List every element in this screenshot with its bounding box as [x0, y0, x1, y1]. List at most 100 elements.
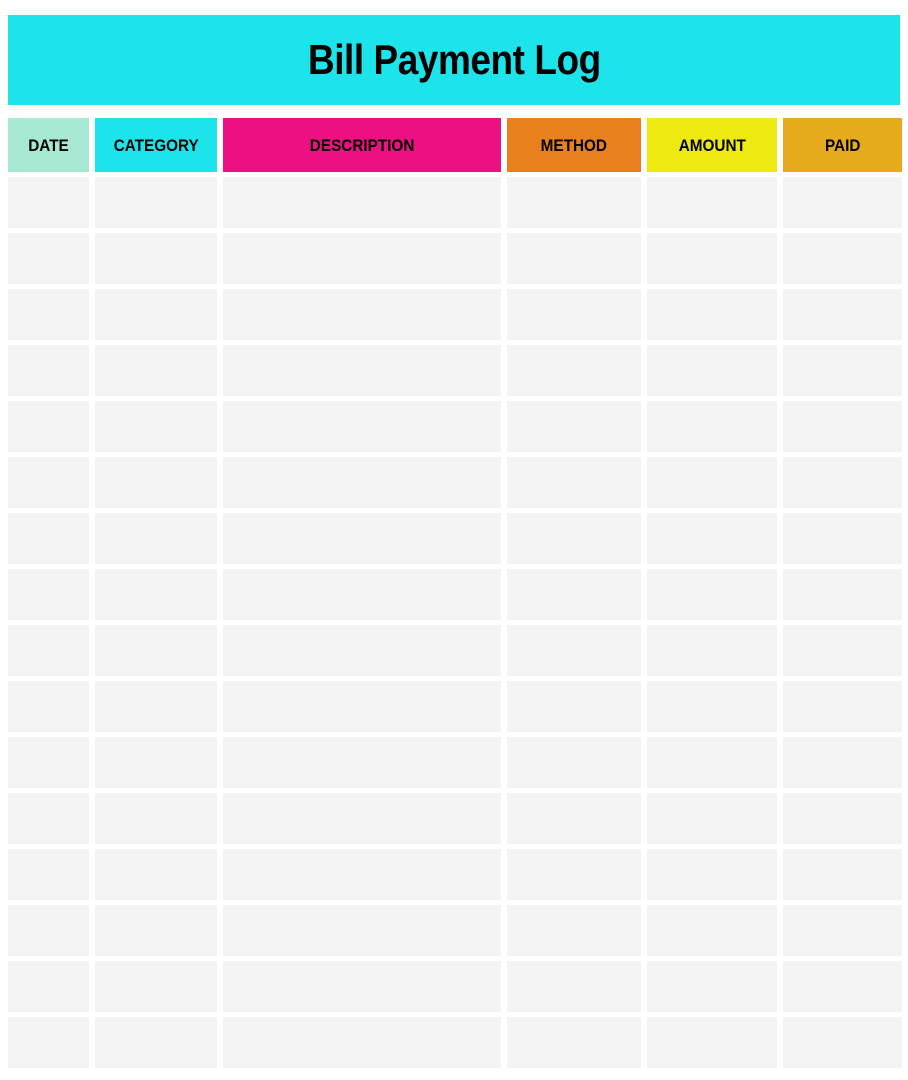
table-cell-description[interactable] — [223, 625, 501, 676]
table-cell-description[interactable] — [223, 1017, 501, 1068]
table-cell-method[interactable] — [507, 625, 641, 676]
table-cell-category[interactable] — [95, 681, 217, 732]
table-cell-description[interactable] — [223, 569, 501, 620]
column-header-date[interactable]: DATE — [8, 118, 89, 172]
table-cell-amount[interactable] — [647, 513, 777, 564]
table-cell-date[interactable] — [8, 345, 89, 396]
table-cell-method[interactable] — [507, 849, 641, 900]
table-cell-paid[interactable] — [783, 793, 902, 844]
table-cell-description[interactable] — [223, 457, 501, 508]
table-cell-description[interactable] — [223, 345, 501, 396]
table-cell-date[interactable] — [8, 961, 89, 1012]
table-cell-date[interactable] — [8, 737, 89, 788]
table-cell-paid[interactable] — [783, 961, 902, 1012]
table-cell-amount[interactable] — [647, 961, 777, 1012]
table-cell-method[interactable] — [507, 681, 641, 732]
table-cell-date[interactable] — [8, 401, 89, 452]
table-cell-amount[interactable] — [647, 625, 777, 676]
table-cell-paid[interactable] — [783, 401, 902, 452]
table-cell-date[interactable] — [8, 681, 89, 732]
table-cell-amount[interactable] — [647, 177, 777, 228]
column-header-category[interactable]: CATEGORY — [95, 118, 217, 172]
table-cell-amount[interactable] — [647, 793, 777, 844]
table-cell-amount[interactable] — [647, 905, 777, 956]
table-cell-paid[interactable] — [783, 681, 902, 732]
table-cell-date[interactable] — [8, 569, 89, 620]
table-cell-method[interactable] — [507, 177, 641, 228]
column-header-amount[interactable]: AMOUNT — [647, 118, 777, 172]
table-cell-paid[interactable] — [783, 1017, 902, 1068]
table-cell-date[interactable] — [8, 849, 89, 900]
table-cell-category[interactable] — [95, 233, 217, 284]
table-cell-method[interactable] — [507, 513, 641, 564]
table-cell-amount[interactable] — [647, 849, 777, 900]
table-cell-category[interactable] — [95, 345, 217, 396]
table-cell-method[interactable] — [507, 233, 641, 284]
table-cell-method[interactable] — [507, 793, 641, 844]
table-cell-description[interactable] — [223, 513, 501, 564]
table-cell-description[interactable] — [223, 177, 501, 228]
table-cell-method[interactable] — [507, 289, 641, 340]
column-header-description[interactable]: DESCRIPTION — [223, 118, 501, 172]
table-cell-category[interactable] — [95, 569, 217, 620]
table-cell-date[interactable] — [8, 625, 89, 676]
table-cell-method[interactable] — [507, 961, 641, 1012]
column-header-paid[interactable]: PAID — [783, 118, 902, 172]
table-cell-category[interactable] — [95, 961, 217, 1012]
table-cell-date[interactable] — [8, 289, 89, 340]
table-cell-method[interactable] — [507, 905, 641, 956]
table-cell-amount[interactable] — [647, 569, 777, 620]
table-cell-method[interactable] — [507, 569, 641, 620]
table-cell-paid[interactable] — [783, 569, 902, 620]
table-cell-method[interactable] — [507, 345, 641, 396]
table-cell-category[interactable] — [95, 1017, 217, 1068]
table-cell-category[interactable] — [95, 793, 217, 844]
table-cell-date[interactable] — [8, 513, 89, 564]
table-cell-category[interactable] — [95, 457, 217, 508]
table-cell-description[interactable] — [223, 737, 501, 788]
table-cell-description[interactable] — [223, 233, 501, 284]
table-cell-paid[interactable] — [783, 233, 902, 284]
table-cell-paid[interactable] — [783, 345, 902, 396]
table-cell-paid[interactable] — [783, 177, 902, 228]
table-cell-method[interactable] — [507, 457, 641, 508]
table-cell-date[interactable] — [8, 457, 89, 508]
table-cell-category[interactable] — [95, 737, 217, 788]
table-cell-date[interactable] — [8, 233, 89, 284]
table-cell-amount[interactable] — [647, 737, 777, 788]
table-cell-date[interactable] — [8, 177, 89, 228]
table-cell-paid[interactable] — [783, 737, 902, 788]
table-cell-amount[interactable] — [647, 345, 777, 396]
table-cell-category[interactable] — [95, 289, 217, 340]
table-cell-description[interactable] — [223, 849, 501, 900]
table-cell-category[interactable] — [95, 177, 217, 228]
table-cell-description[interactable] — [223, 401, 501, 452]
table-cell-paid[interactable] — [783, 457, 902, 508]
table-cell-description[interactable] — [223, 681, 501, 732]
table-cell-method[interactable] — [507, 401, 641, 452]
table-cell-description[interactable] — [223, 905, 501, 956]
table-cell-paid[interactable] — [783, 625, 902, 676]
table-cell-date[interactable] — [8, 905, 89, 956]
table-cell-amount[interactable] — [647, 681, 777, 732]
table-cell-amount[interactable] — [647, 401, 777, 452]
table-cell-description[interactable] — [223, 289, 501, 340]
table-cell-amount[interactable] — [647, 1017, 777, 1068]
table-cell-description[interactable] — [223, 793, 501, 844]
table-cell-method[interactable] — [507, 1017, 641, 1068]
table-cell-date[interactable] — [8, 793, 89, 844]
table-cell-category[interactable] — [95, 849, 217, 900]
table-cell-paid[interactable] — [783, 513, 902, 564]
table-cell-paid[interactable] — [783, 849, 902, 900]
table-cell-description[interactable] — [223, 961, 501, 1012]
table-cell-category[interactable] — [95, 401, 217, 452]
table-cell-amount[interactable] — [647, 289, 777, 340]
table-cell-category[interactable] — [95, 625, 217, 676]
table-cell-date[interactable] — [8, 1017, 89, 1068]
table-cell-amount[interactable] — [647, 457, 777, 508]
table-cell-method[interactable] — [507, 737, 641, 788]
table-cell-paid[interactable] — [783, 289, 902, 340]
table-cell-paid[interactable] — [783, 905, 902, 956]
table-cell-category[interactable] — [95, 513, 217, 564]
column-header-method[interactable]: METHOD — [507, 118, 641, 172]
